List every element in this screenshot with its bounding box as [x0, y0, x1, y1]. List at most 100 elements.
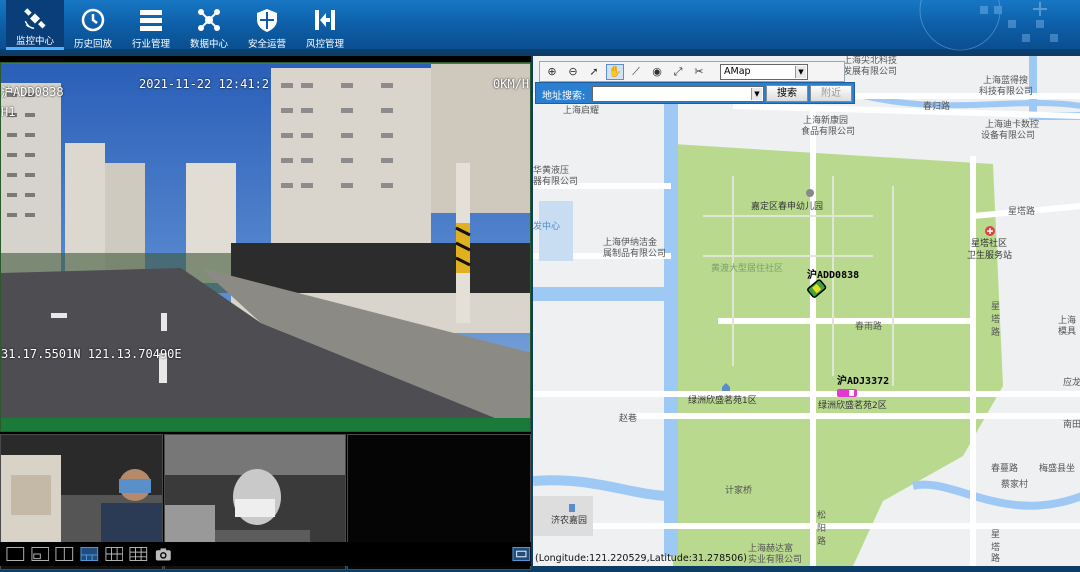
map-label-poi: 设备有限公司 [981, 131, 1036, 141]
map-label-road: 路 [817, 537, 827, 547]
map-label-poi: 模具 [1058, 327, 1077, 337]
map-label-poi: 南田 [1063, 420, 1080, 430]
pan-hand-icon[interactable]: ✋ [606, 63, 624, 80]
map-label-poi: 应龙 [1063, 378, 1080, 388]
map-label-road: 阳 [817, 524, 827, 534]
video-panel: 2021-11-22 12:41:2 沪ADD0838 H1 0KM/H 31.… [0, 56, 531, 570]
search-button[interactable]: 搜索 [766, 85, 808, 102]
map-label-road: 星塔路 [1008, 207, 1036, 217]
map-label-road: 路 [991, 328, 1001, 338]
poi-marker-icon[interactable] [805, 188, 815, 198]
layout-2-icon[interactable] [55, 546, 74, 562]
locate-target-icon[interactable]: ◉ [648, 64, 666, 80]
video-channel-osd: H1 [1, 105, 16, 119]
vehicle-plate-label: 沪ADJ3372 [837, 376, 890, 387]
fullscreen-video-icon[interactable] [512, 546, 531, 562]
map-label-poi: 绿洲欣盛茗苑1区 [688, 396, 757, 406]
map-label-poi: 发中心 [533, 222, 561, 232]
map-panel[interactable]: 嘉定区春申幼儿园 黄渡大型居住社区 上海伊纳洁金 属制品有限公司 春雨路 绿洲欣… [531, 56, 1080, 566]
video-gps-osd: 31.17.5501N 121.13.70490E [1, 347, 182, 361]
video-plate-osd: 沪ADD0838 [1, 85, 64, 99]
nav-label: 安全运营 [247, 39, 286, 50]
map-label-road: 星 [991, 530, 1001, 540]
layout-6-icon[interactable] [104, 546, 124, 562]
fullscreen-icon[interactable]: ⤢ [669, 64, 687, 80]
map-label-poi: 梅盛县坐 [1039, 464, 1076, 474]
map-label-poi: 上海启耀 [563, 106, 600, 116]
satellite-icon [24, 8, 46, 29]
risk-control-icon [315, 10, 335, 30]
map-label-road: 星 [991, 302, 1001, 312]
main-video-feed[interactable]: 2021-11-22 12:41:2 沪ADD0838 H1 0KM/H 31.… [0, 62, 531, 432]
layout-9-icon[interactable] [129, 546, 148, 562]
cursor-coordinates: (Longitude:121.220529,Latitude:31.278506… [535, 553, 747, 564]
map-label-poi: 卫生服务站 [967, 251, 1013, 261]
home-icon[interactable] [721, 382, 731, 392]
map-label-poi: 嘉定区春申幼儿园 [751, 202, 824, 212]
nav-label: 监控中心 [15, 36, 54, 47]
top-navigation-bar: 监控中心 历史回放 行业管理 数据中心 安全运营 风控管理 [0, 0, 1080, 52]
decorative-pattern [919, 0, 1058, 51]
address-search-label: 地址搜索: [542, 91, 586, 102]
map-label-place: 赵巷 [619, 414, 638, 424]
map-label-poi: 实业有限公司 [748, 555, 803, 565]
zoom-out-icon[interactable]: ⊖ [564, 64, 582, 80]
map-label-poi: 食品有限公司 [801, 127, 856, 137]
map-label-poi: 上海 [1058, 316, 1077, 326]
building-icon[interactable] [567, 503, 577, 513]
nav-item-monitor[interactable]: 监控中心 [6, 0, 64, 50]
map-label-poi: 上海蓝得搜 [983, 76, 1029, 86]
chevron-down-icon: ▼ [751, 88, 762, 100]
shield-icon [257, 9, 277, 32]
zoom-in-icon[interactable]: ⊕ [543, 64, 561, 80]
map-label-poi: 发展有限公司 [843, 67, 898, 77]
map-label-road: 塔 [991, 543, 1001, 553]
map-label-road: 松 [817, 511, 827, 521]
video-layout-toolbar [0, 542, 531, 566]
map-label-poi: 星塔社区 [971, 239, 1008, 249]
main-nav: 监控中心 历史回放 行业管理 数据中心 安全运营 风控管理 [6, 0, 354, 50]
map-label-poi: 科技有限公司 [979, 87, 1034, 97]
nav-item-data-center[interactable]: 数据中心 [180, 0, 238, 50]
map-label-poi: 济农嘉园 [551, 516, 588, 526]
map-label-poi: 华黄液压 [533, 166, 570, 176]
nav-label: 数据中心 [189, 39, 228, 50]
video-timestamp: 2021-11-22 12:41:2 [139, 77, 270, 91]
nav-label: 历史回放 [73, 39, 112, 50]
scissors-icon[interactable]: ✂ [690, 64, 708, 80]
map-label-poi: 上海新康园 [803, 116, 849, 126]
layout-1-icon[interactable] [6, 546, 25, 562]
nav-label: 风控管理 [305, 39, 344, 50]
map-label-poi: 绿洲欣盛茗苑2区 [818, 401, 887, 411]
nav-item-industry[interactable]: 行业管理 [122, 0, 180, 50]
map-label-road: 春雨路 [855, 322, 883, 332]
nav-item-history[interactable]: 历史回放 [64, 0, 122, 50]
vehicle-marker-icon[interactable] [835, 386, 859, 400]
map-label-place: 计家桥 [725, 486, 753, 496]
map-label-poi: 属制品有限公司 [603, 249, 667, 259]
hospital-icon[interactable] [985, 226, 995, 236]
data-network-icon [198, 9, 220, 31]
nearby-button[interactable]: 附近 [810, 85, 852, 102]
map-provider-value: AMap [724, 66, 751, 77]
history-icon [81, 8, 105, 32]
address-search-input[interactable]: ▼ [592, 86, 764, 102]
map-provider-select[interactable]: AMap ▼ [720, 64, 808, 80]
map-label-poi: 上海伊纳洁金 [603, 238, 658, 248]
map-label-poi: 上海赫达富 [748, 544, 794, 554]
layout-pip-icon[interactable] [31, 546, 50, 562]
measure-ruler-icon[interactable]: ⟋ [627, 64, 645, 80]
map-label-poi: 上海迪卡数控 [985, 120, 1040, 130]
map-label-place: 蔡家村 [1001, 480, 1029, 490]
nav-item-safety[interactable]: 安全运营 [238, 0, 296, 50]
select-pointer-icon[interactable]: ➚ [585, 64, 603, 80]
layout-4-icon[interactable] [80, 546, 99, 562]
chevron-down-icon: ▼ [795, 66, 806, 78]
snapshot-camera-icon[interactable] [154, 546, 173, 562]
map-label-road: 路 [991, 554, 1001, 564]
map-label-road: 春归路 [923, 102, 951, 112]
map-label-road: 春蔓路 [991, 464, 1019, 474]
vehicle-marker-icon[interactable] [805, 278, 829, 300]
nav-item-risk[interactable]: 风控管理 [296, 0, 354, 50]
map-label-poi: 器有限公司 [533, 177, 579, 187]
